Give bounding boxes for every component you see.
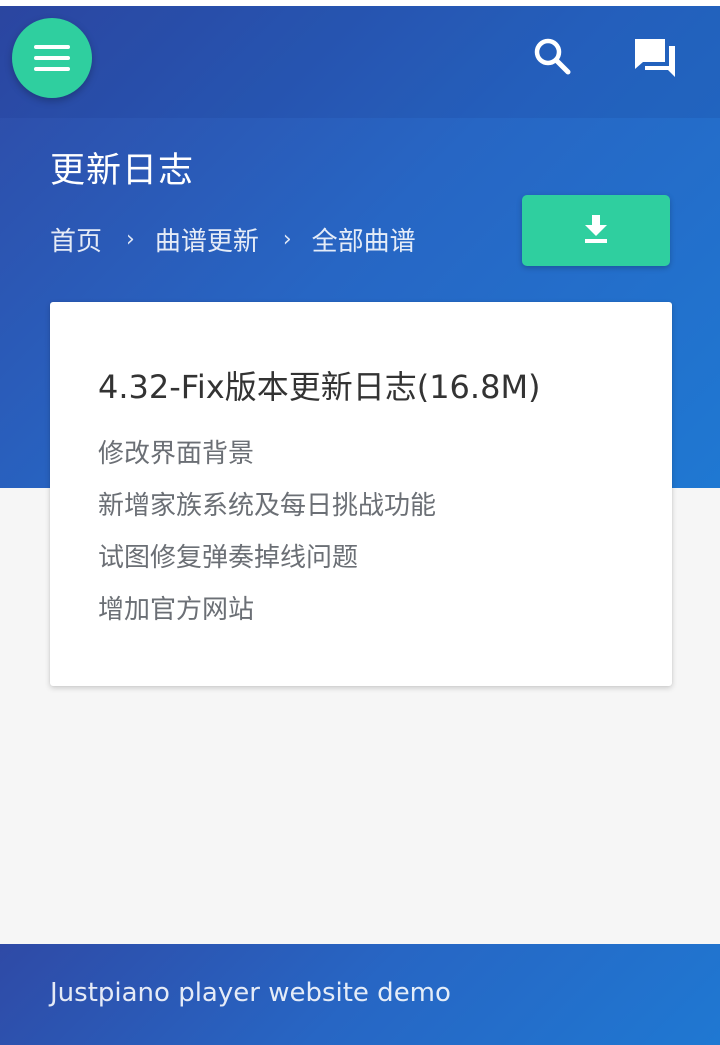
search-button[interactable] (530, 36, 574, 80)
forum-button[interactable] (628, 34, 682, 86)
breadcrumb-home[interactable]: 首页 (50, 221, 102, 258)
changelog-item: 新增家族系统及每日挑战功能 (98, 491, 437, 521)
breadcrumb-separator-icon: › (126, 226, 135, 252)
breadcrumb-score-updates[interactable]: 曲谱更新 (155, 221, 259, 258)
hamburger-menu-icon (34, 45, 70, 71)
forum-chat-icon (633, 37, 677, 83)
breadcrumb-all-scores[interactable]: 全部曲谱 (312, 221, 416, 258)
changelog-card: 4.32-Fix版本更新日志(16.8M) 修改界面背景 新增家族系统及每日挑战… (50, 302, 672, 686)
breadcrumb: 首页 › 曲谱更新 › 全部曲谱 (50, 218, 416, 260)
changelog-item: 试图修复弹奏掉线问题 (98, 543, 359, 573)
search-icon (533, 37, 571, 79)
footer: Justpiano player website demo (0, 944, 720, 1045)
menu-button[interactable] (12, 18, 92, 98)
changelog-list: 修改界面背景 新增家族系统及每日挑战功能 试图修复弹奏掉线问题 增加官方网站 (98, 428, 436, 636)
changelog-item: 增加官方网站 (98, 595, 255, 625)
changelog-title: 4.32-Fix版本更新日志(16.8M) (98, 368, 541, 406)
breadcrumb-separator-icon: › (282, 226, 292, 252)
footer-text: Justpiano player website demo (50, 978, 451, 1008)
page-title: 更新日志 (50, 151, 195, 191)
download-button[interactable] (522, 195, 670, 266)
app-bar (0, 6, 720, 118)
download-icon (583, 214, 609, 247)
changelog-item: 修改界面背景 (98, 439, 255, 469)
